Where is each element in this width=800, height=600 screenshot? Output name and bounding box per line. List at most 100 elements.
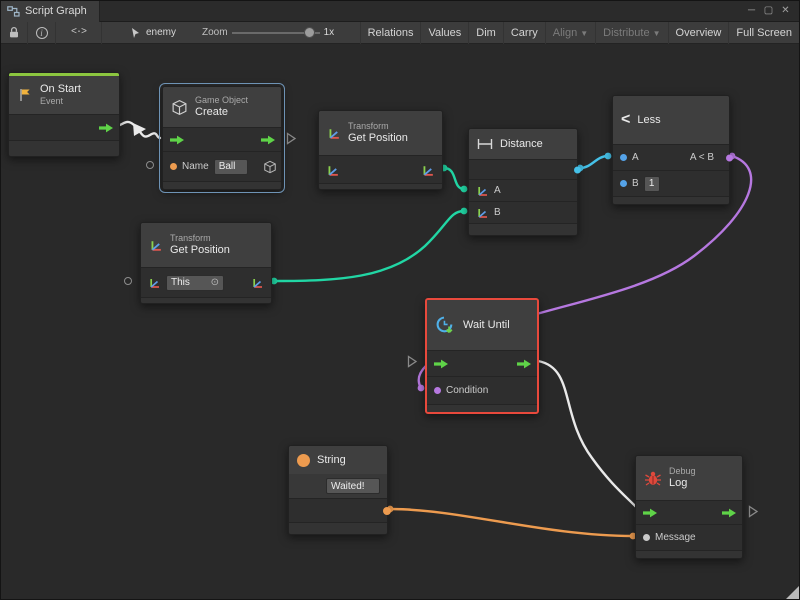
align-button[interactable]: Align▼	[546, 22, 596, 44]
graph-canvas[interactable]: On Start Event Game Object Create	[0, 44, 800, 600]
name-port-row: Name Ball	[163, 151, 281, 181]
tab-script-graph[interactable]: Script Graph	[0, 0, 100, 22]
values-button[interactable]: Values	[421, 22, 469, 44]
relations-button[interactable]: Relations	[360, 22, 422, 44]
node-footer	[141, 297, 271, 303]
flow-continuation-triangle[interactable]	[407, 355, 418, 368]
port-label: B	[494, 207, 501, 218]
name-value-field[interactable]: Ball	[214, 159, 248, 175]
zoom-slider-knob[interactable]	[304, 27, 315, 38]
wire-getposition-top-to-distance-a[interactable]	[444, 168, 464, 189]
node-header: Distance	[469, 129, 577, 159]
node-less[interactable]: < Less A A < B B 1	[612, 95, 730, 205]
graph-target[interactable]: enemy	[130, 27, 176, 39]
node-footer	[163, 181, 281, 189]
game-object-output-port[interactable]	[263, 160, 277, 174]
maximize-icon[interactable]: ▢	[760, 1, 777, 21]
node-footer	[469, 223, 577, 235]
transform-input-port[interactable]	[326, 163, 340, 177]
cube-icon	[171, 99, 188, 116]
wire-getposition-left-to-distance-b[interactable]	[274, 211, 464, 281]
float-output-port[interactable]	[574, 166, 581, 173]
wire-string-to-debuglog-message[interactable]	[390, 509, 633, 536]
wire-endpoint	[605, 153, 612, 160]
string-port-dot[interactable]	[170, 163, 177, 170]
port-label: Name	[182, 161, 209, 172]
port-label: B	[632, 178, 639, 189]
flow-output-port[interactable]	[99, 123, 114, 133]
flow-output-port[interactable]	[517, 359, 532, 369]
bool-input-port[interactable]	[434, 387, 441, 394]
vector-output-port[interactable]	[251, 276, 264, 289]
message-input-port[interactable]	[643, 534, 650, 541]
edit-graph-button[interactable]: <·>	[56, 22, 102, 44]
output-port-row	[289, 498, 387, 522]
node-wait-until[interactable]: Wait Until Condition	[425, 298, 539, 414]
overview-button[interactable]: Overview	[669, 22, 730, 44]
wire-endpoint	[461, 186, 468, 193]
cube-icon	[263, 160, 277, 174]
transform-icon	[327, 126, 341, 140]
node-get-position-top[interactable]: Transform Get Position	[318, 110, 443, 190]
number-input-port-a[interactable]	[620, 154, 627, 161]
dim-button[interactable]: Dim	[469, 22, 504, 44]
cursor-icon	[130, 27, 141, 39]
less-icon: <	[621, 111, 630, 129]
carry-button[interactable]: Carry	[504, 22, 546, 44]
node-surtitle: Debug	[669, 466, 696, 477]
close-icon[interactable]: ✕	[777, 1, 794, 21]
flow-output-port[interactable]	[261, 135, 276, 145]
node-string[interactable]: String Waited!	[288, 445, 388, 535]
vector-output-port[interactable]	[421, 163, 435, 177]
flow-input-port[interactable]	[643, 508, 658, 518]
flow-continuation-triangle[interactable]	[748, 505, 759, 518]
fullscreen-button[interactable]: Full Screen	[729, 22, 800, 44]
wire-distance-to-less-a[interactable]	[580, 156, 608, 168]
node-title: Get Position	[170, 244, 230, 258]
flow-input-port[interactable]	[170, 135, 185, 145]
flow-input-port[interactable]	[434, 359, 449, 369]
number-input-port-b[interactable]	[620, 180, 627, 187]
port-b-row: B	[469, 201, 577, 223]
bool-output-port[interactable]	[726, 154, 733, 161]
zoom-slider[interactable]	[232, 22, 320, 44]
port-label: A	[494, 185, 501, 196]
window-resize-grip[interactable]	[786, 586, 799, 599]
transform-input-port[interactable]	[148, 276, 161, 289]
flow-output-port[interactable]	[722, 508, 737, 518]
zoom-value: 1x	[324, 27, 335, 38]
tab-title: Script Graph	[25, 5, 87, 17]
node-debug-log[interactable]: Debug Log Message	[635, 455, 743, 559]
node-on-start-event[interactable]: On Start Event	[8, 72, 120, 157]
node-game-object-create[interactable]: Game Object Create Name Ball	[162, 86, 282, 190]
value-port-row	[319, 155, 442, 183]
flow-continuation-triangle[interactable]	[286, 132, 297, 145]
flow-port-row	[427, 350, 537, 376]
node-footer	[427, 404, 537, 412]
node-header: Transform Get Position	[141, 223, 271, 267]
inspect-button[interactable]: i	[28, 22, 56, 44]
lock-button[interactable]	[0, 22, 28, 44]
string-value-field[interactable]: Waited!	[326, 478, 380, 494]
distance-icon	[477, 138, 493, 150]
wire-waituntil-to-debuglog[interactable]	[538, 361, 640, 511]
object-picker-icon[interactable]: ⊙	[211, 277, 219, 288]
node-get-position-left[interactable]: Transform Get Position This ⊙	[140, 222, 272, 304]
wire-onstart-to-create[interactable]	[114, 122, 160, 138]
target-value-field[interactable]: This ⊙	[166, 275, 224, 291]
node-surtitle: Transform	[170, 233, 230, 244]
b-value-field[interactable]: 1	[644, 176, 660, 192]
unconnected-port-circle[interactable]	[146, 161, 154, 169]
node-surtitle: Game Object	[195, 95, 248, 106]
node-distance[interactable]: Distance A B	[468, 128, 578, 236]
node-header: On Start Event	[9, 76, 119, 114]
minimize-icon[interactable]: ─	[743, 1, 760, 21]
string-output-port[interactable]	[383, 507, 391, 515]
node-title: Wait Until	[463, 319, 510, 331]
unconnected-port-circle[interactable]	[124, 277, 132, 285]
distribute-button[interactable]: Distribute▼	[596, 22, 668, 44]
vector-input-port-b[interactable]	[476, 206, 489, 219]
result-label: A < B	[690, 152, 714, 163]
port-label: A	[632, 152, 639, 163]
vector-input-port-a[interactable]	[476, 184, 489, 197]
